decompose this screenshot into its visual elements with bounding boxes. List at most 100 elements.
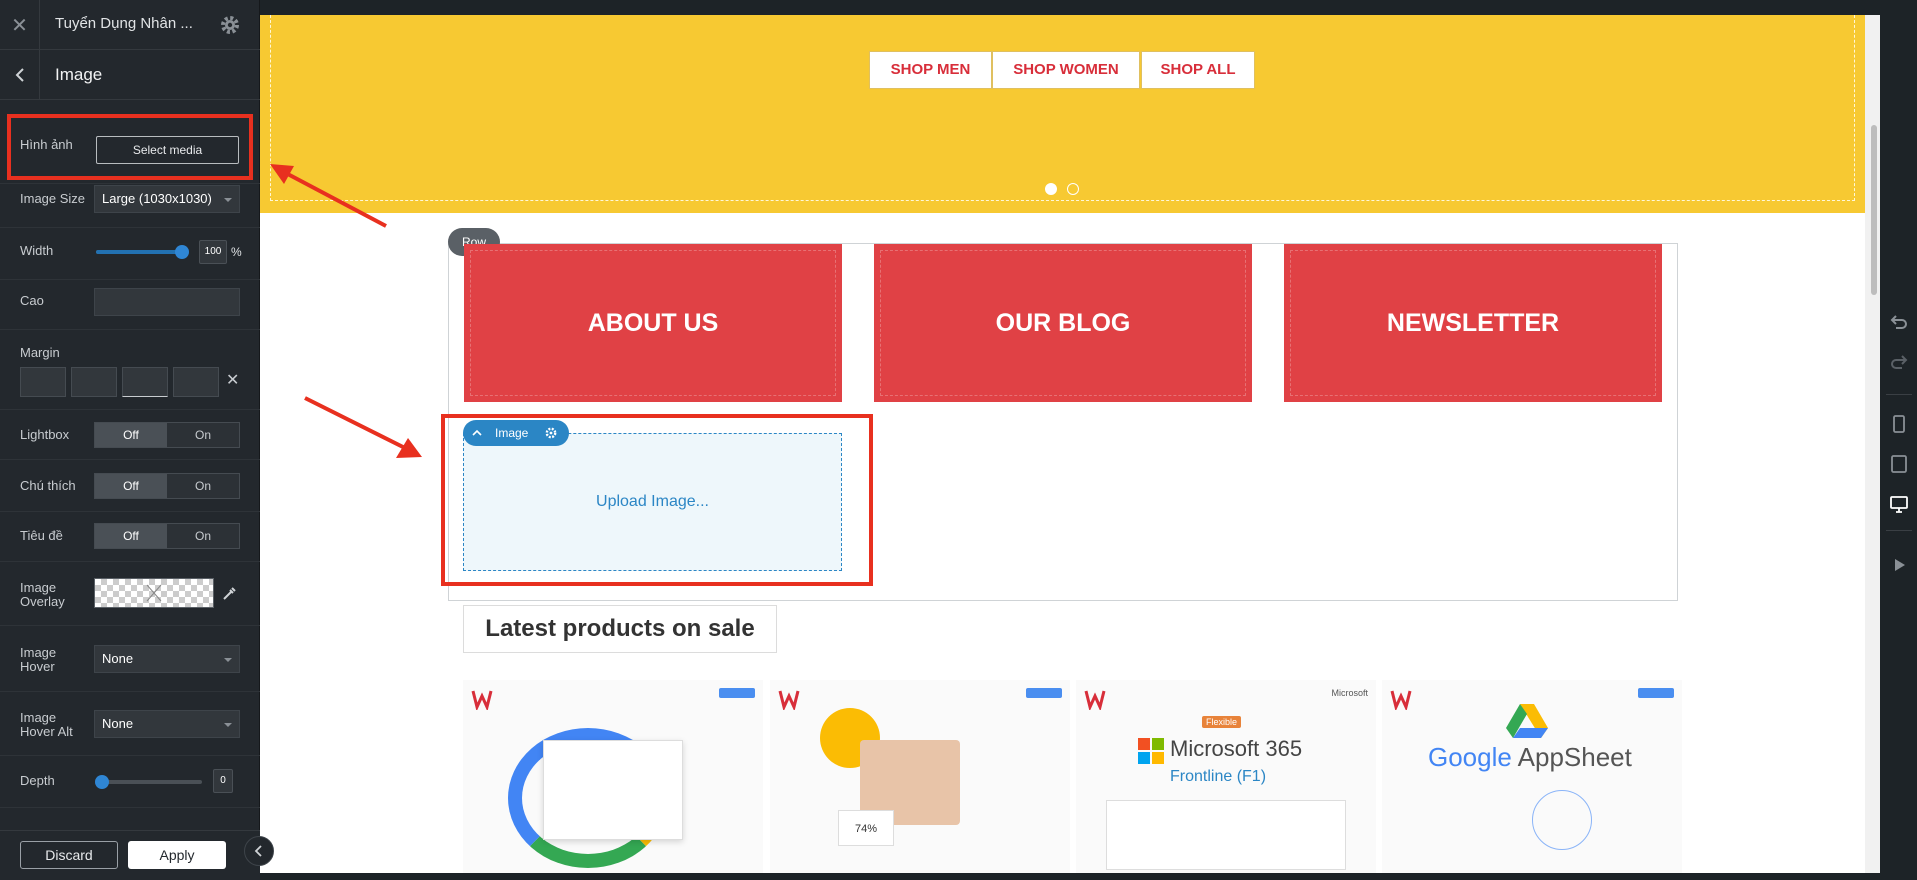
redo-icon[interactable] (1888, 352, 1910, 374)
canvas-top-strip (260, 0, 1880, 15)
collapse-panel-button[interactable] (244, 836, 274, 866)
apply-button[interactable]: Apply (128, 841, 226, 869)
stat-card: 74% (838, 810, 894, 846)
height-label: Cao (20, 293, 44, 308)
title-toggle: Off On (94, 523, 240, 549)
google-wordmark: Google (1428, 742, 1512, 772)
page-preview: SHOP MEN SHOP WOMEN SHOP ALL Row ABOUT U… (260, 15, 1880, 873)
shop-all-button[interactable]: SHOP ALL (1141, 51, 1255, 89)
caption-label: Chú thích (20, 478, 76, 493)
product-title: Microsoft 365 (1170, 736, 1303, 761)
site-title: Tuyển Dụng Nhân ... (55, 15, 193, 32)
back-button[interactable] (0, 50, 40, 100)
undo-icon[interactable] (1888, 312, 1910, 334)
margin-top-input[interactable] (20, 367, 66, 397)
highlight-image-element (441, 414, 873, 586)
product-title: Google AppSheet (1428, 742, 1632, 773)
product-illustration (1532, 790, 1592, 850)
depth-input[interactable]: 0 (213, 769, 233, 793)
image-size-label: Image Size (20, 191, 86, 206)
gear-icon[interactable] (218, 13, 242, 37)
mobile-view-icon[interactable] (1888, 413, 1910, 435)
flexible-badge: Flexible (1202, 716, 1242, 728)
toolbar-divider (1886, 530, 1912, 531)
hover-label: Image Hover (20, 645, 57, 674)
caption-toggle: Off On (94, 473, 240, 499)
depth-slider-knob[interactable] (95, 775, 109, 789)
hover-alt-label: Image Hover Alt (20, 710, 73, 739)
slide-dot-active[interactable] (1045, 183, 1057, 195)
desktop-view-icon[interactable] (1888, 493, 1910, 515)
product-card[interactable]: 74% (770, 680, 1070, 873)
caption-on-option[interactable]: On (167, 474, 239, 498)
eyedropper-icon[interactable] (222, 585, 238, 601)
caption-row: Chú thích Off On (0, 460, 260, 512)
title-label: Tiêu đề (20, 528, 63, 543)
discard-button[interactable]: Discard (20, 841, 118, 869)
google-cloud-badge (1026, 688, 1062, 698)
brand-logo-icon (1390, 690, 1412, 710)
panel-title: Image (55, 65, 103, 84)
about-us-box[interactable]: ABOUT US (464, 244, 842, 402)
hero-outline (270, 15, 1855, 201)
width-label: Width (20, 243, 54, 258)
overlay-label: Image Overlay (20, 580, 65, 609)
hover-alt-select[interactable]: None (94, 710, 240, 738)
shop-men-button[interactable]: SHOP MEN (869, 51, 992, 89)
hover-row: Image Hover None (0, 626, 260, 692)
canvas-scrollbar-thumb[interactable] (1871, 125, 1877, 295)
highlight-select-media (7, 114, 253, 180)
margin-label: Margin (20, 345, 60, 360)
image-size-value: Large (1030x1030) (102, 191, 212, 206)
toolbar-divider (1886, 394, 1912, 395)
play-icon[interactable] (1888, 554, 1910, 576)
close-icon[interactable]: ✕ (0, 0, 40, 50)
width-input[interactable]: 100 (199, 240, 227, 264)
height-input[interactable] (94, 288, 240, 316)
depth-label: Depth (20, 773, 55, 788)
google-cloud-badge (1638, 688, 1674, 698)
microsoft-badge: Microsoft (1331, 688, 1368, 698)
caret-down-icon (224, 723, 232, 727)
caption-off-option[interactable]: Off (95, 474, 167, 498)
lightbox-off-option[interactable]: Off (95, 423, 167, 447)
hover-value: None (102, 651, 134, 666)
newsletter-box[interactable]: NEWSLETTER (1284, 244, 1662, 402)
width-row: Width 100 % (0, 228, 260, 280)
our-blog-box[interactable]: OUR BLOG (874, 244, 1252, 402)
arrow-annotation (270, 164, 387, 228)
google-cloud-badge (719, 688, 755, 698)
arrow-annotation (304, 396, 422, 458)
hover-alt-row: Image Hover Alt None (0, 692, 260, 756)
image-size-select[interactable]: Large (1030x1030) (94, 185, 240, 213)
no-color-icon (146, 584, 162, 602)
appsheet-wordmark: AppSheet (1517, 742, 1632, 772)
width-slider-knob[interactable] (175, 245, 189, 259)
caret-down-icon (224, 658, 232, 662)
margin-left-input[interactable] (173, 367, 219, 397)
hover-select[interactable]: None (94, 645, 240, 673)
latest-products-heading: Latest products on sale (463, 605, 777, 653)
product-card[interactable]: Google AppSheet (1382, 680, 1682, 873)
lightbox-on-option[interactable]: On (167, 423, 239, 447)
slide-dot[interactable] (1067, 183, 1079, 195)
depth-slider-track[interactable] (96, 780, 202, 784)
product-card[interactable]: Microsoft Flexible Microsoft 365 Frontli… (1076, 680, 1376, 873)
clear-margin-icon[interactable]: ✕ (226, 370, 239, 390)
product-subtitle: Frontline (F1) (1170, 768, 1267, 785)
title-on-option[interactable]: On (167, 524, 239, 548)
product-card[interactable] (463, 680, 763, 873)
microsoft-logo-icon (1138, 738, 1164, 764)
margin-right-input[interactable] (71, 367, 117, 397)
overlay-color-swatch[interactable] (94, 578, 214, 608)
tablet-view-icon[interactable] (1888, 453, 1910, 475)
shop-women-button[interactable]: SHOP WOMEN (992, 51, 1140, 89)
title-off-option[interactable]: Off (95, 524, 167, 548)
margin-bottom-input[interactable] (122, 367, 168, 397)
product-screenshot (1106, 800, 1346, 870)
hover-alt-value: None (102, 716, 134, 731)
brand-logo-icon (471, 690, 493, 710)
panel-footer: Discard Apply (0, 830, 260, 880)
panel-titlebar: Image (0, 50, 260, 100)
lightbox-row: Lightbox Off On (0, 410, 260, 460)
